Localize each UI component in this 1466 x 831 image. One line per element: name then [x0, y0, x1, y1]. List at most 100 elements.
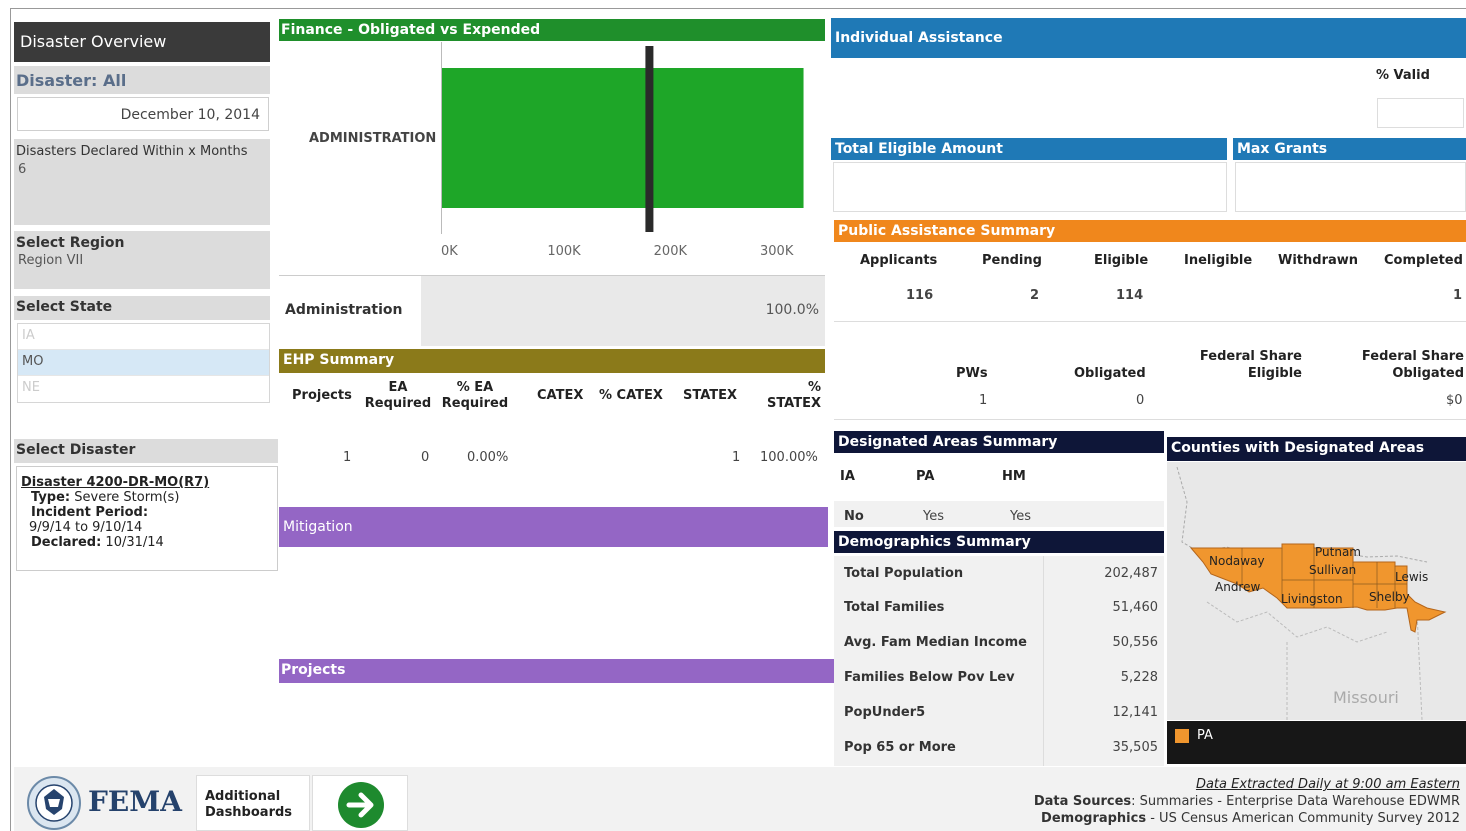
ehp-h-statex: STATEX: [683, 388, 738, 403]
projects-title: Projects: [279, 659, 834, 683]
ehp-v-pct-ea: 0.00%: [467, 450, 509, 465]
map-graphic: [1176, 466, 1447, 720]
pa-v-completed: 1: [1453, 288, 1463, 303]
state-label-box: Select State: [14, 296, 270, 320]
pa-h-ineligible: Ineligible: [1184, 253, 1253, 268]
additional-dashboards-label: Additional Dashboards: [196, 775, 310, 831]
county-label: Livingston: [1281, 592, 1343, 606]
demo-value: 202,487: [1104, 566, 1158, 581]
county-map[interactable]: Nodaway Putnam Sullivan Andrew Lewis Liv…: [1167, 462, 1466, 720]
finance-summary-label: Administration: [285, 302, 403, 318]
additional-dashboards-button[interactable]: [312, 775, 408, 831]
pa-v-applicants: 116: [906, 288, 934, 303]
designated-h-hm: HM: [1002, 469, 1026, 484]
pa-title: Public Assistance Summary: [834, 220, 1466, 242]
demo-row: Avg. Fam Median Income 50,556: [834, 627, 1164, 662]
map-legend: PA: [1167, 721, 1466, 764]
region-select[interactable]: Select Region Region VII: [14, 231, 270, 289]
demo-label: PopUnder5: [844, 705, 926, 720]
dhs-seal-icon: [27, 776, 81, 830]
extracted-link[interactable]: Data Extracted Daily at 9:00 am Eastern: [1196, 777, 1460, 792]
demo-row: Total Families 51,460: [834, 592, 1164, 627]
demo-value: 12,141: [1112, 705, 1159, 720]
pa-v-obligated: 0: [1136, 393, 1145, 408]
date-field[interactable]: December 10, 2014: [17, 97, 269, 131]
ehp-v-statex: 1: [732, 450, 741, 465]
county-label: Lewis: [1395, 570, 1429, 584]
pa-h-fs-eligible: Federal Share Eligible: [1199, 349, 1302, 381]
fema-logo-text: FEMA: [88, 785, 182, 818]
demo-row: Pop 65 or More 35,505: [834, 732, 1164, 767]
ehp-h-pct-statex: % STATEX: [766, 380, 821, 411]
demo-source-label: Demographics: [1041, 811, 1147, 826]
disaster-select-label-box: Select Disaster: [14, 439, 278, 463]
pa-h-eligible: Eligible: [1094, 253, 1149, 268]
ia-title: Individual Assistance: [831, 18, 1466, 58]
ehp-h-catex: CATEX: [537, 388, 584, 403]
region-label: Select Region: [16, 235, 125, 251]
disaster-all-box: Disaster: All: [14, 66, 270, 94]
designated-h-ia: IA: [840, 469, 855, 484]
finance-chart: ADMINISTRATION 0K 100K 200K 300K: [279, 42, 825, 272]
ehp-value-row: 1 0 0.00% 1 100.00%: [279, 440, 825, 480]
overview-title: Disaster Overview: [14, 22, 270, 62]
ia-valid-box: [1377, 98, 1464, 128]
ehp-v-ea: 0: [421, 450, 430, 465]
sources-label: Data Sources: [1033, 794, 1132, 809]
total-eligible-title: Total Eligible Amount: [831, 138, 1227, 160]
legend-label: PA: [1197, 728, 1213, 743]
demo-label: Families Below Pov Lev: [844, 670, 1015, 685]
declared-within-box[interactable]: Disasters Declared Within x Months 6: [14, 139, 270, 225]
disaster-link[interactable]: Disaster 4200-DR-MO(R7): [21, 475, 273, 490]
expended-marker[interactable]: [645, 46, 654, 232]
pa-v-pending: 2: [1030, 288, 1040, 303]
pa-v-eligible: 114: [1116, 288, 1144, 303]
finance-bar-chart: 0K 100K 200K 300K: [441, 46, 804, 259]
demo-row: PopUnder5 12,141: [834, 697, 1164, 732]
map-title: Counties with Designated Areas: [1167, 437, 1466, 461]
pa-h-fs-obligated: Federal Share Obligated: [1361, 349, 1464, 381]
pa-pw-table: PWs Obligated Federal Share Eligible Fed…: [834, 326, 1466, 420]
max-grants-title: Max Grants: [1233, 138, 1466, 160]
x-tick-label: 0K: [441, 244, 458, 259]
demo-source-value: - US Census American Community Survey 20…: [1146, 811, 1460, 826]
finance-summary-value: 100.0%: [765, 302, 819, 318]
state-option-ia[interactable]: IA: [18, 324, 269, 350]
incident-label: Incident Period:: [31, 505, 149, 520]
declared-value: 10/31/14: [105, 535, 164, 550]
mitigation-title: Mitigation: [279, 507, 828, 547]
ehp-h-pct-catex: % CATEX: [599, 388, 663, 403]
demo-label: Pop 65 or More: [844, 740, 956, 755]
type-value: Severe Storm(s): [74, 490, 180, 505]
demographics-table: Total Population 202,487 Total Families 51…: [834, 556, 1164, 766]
demo-value: 35,505: [1112, 740, 1159, 755]
obligated-bar[interactable]: [442, 68, 804, 208]
state-option-ne[interactable]: NE: [18, 376, 269, 402]
incident-value: 9/9/14 to 9/10/14: [29, 520, 143, 535]
disaster-label: Disaster: All: [16, 71, 127, 90]
demographics-title: Demographics Summary: [834, 531, 1164, 553]
additional-label: Additional: [205, 789, 281, 804]
pa-h-pending: Pending: [982, 253, 1042, 268]
demo-label: Total Population: [844, 566, 964, 581]
pa-v-pws: 1: [979, 393, 988, 408]
ehp-v-pct-statex: 100.00%: [760, 450, 818, 465]
pa-h-pws: PWs: [956, 366, 988, 381]
designated-v-pa: Yes: [923, 509, 944, 524]
pa-table: Applicants Pending Eligible Ineligible W…: [834, 244, 1466, 322]
demo-label: Total Families: [844, 600, 945, 615]
ehp-header-row: Projects EA Required % EA Required CATEX…: [279, 376, 825, 416]
declared-within-label: Disasters Declared Within x Months: [16, 144, 248, 159]
state-option-mo[interactable]: MO: [18, 350, 269, 376]
disaster-select-label: Select Disaster: [16, 442, 136, 458]
pa-h-obligated: Obligated: [1074, 366, 1146, 381]
demo-row: Families Below Pov Lev 5,228: [834, 662, 1164, 697]
ehp-h-pct-ea: % EA Required: [441, 380, 509, 411]
disaster-detail: Disaster 4200-DR-MO(R7) Type: Severe Sto…: [16, 466, 278, 571]
total-eligible-box: [833, 162, 1227, 212]
state-list[interactable]: IA MO NE: [17, 323, 270, 403]
pa-h-withdrawn: Withdrawn: [1278, 253, 1359, 268]
footer: FEMA Additional Dashboards Data Extracte…: [14, 767, 1466, 831]
legend-swatch: [1175, 729, 1189, 743]
pa-v-fs-obligated: $0: [1446, 393, 1463, 408]
